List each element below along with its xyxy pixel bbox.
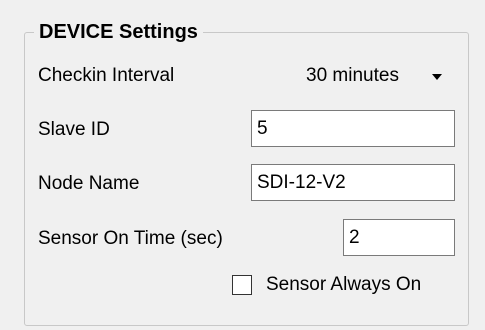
sensor-on-time-label: Sensor On Time (sec): [38, 228, 223, 249]
device-settings-panel: DEVICE Settings Checkin Interval 30 minu…: [0, 0, 485, 330]
node-name-label: Node Name: [38, 173, 140, 194]
node-name-input[interactable]: [251, 164, 455, 201]
slave-id-label: Slave ID: [38, 119, 110, 140]
sensor-always-on-label[interactable]: Sensor Always On: [266, 273, 421, 297]
slave-id-input[interactable]: [251, 110, 455, 147]
checkin-interval-value: 30 minutes: [306, 65, 399, 86]
sensor-on-time-input[interactable]: [343, 219, 455, 256]
checkin-interval-label: Checkin Interval: [38, 65, 175, 86]
group-title: DEVICE Settings: [34, 20, 203, 44]
sensor-always-on-checkbox[interactable]: [232, 275, 252, 295]
checkin-interval-dropdown[interactable]: 30 minutes: [292, 58, 454, 94]
chevron-down-icon[interactable]: [432, 74, 442, 80]
